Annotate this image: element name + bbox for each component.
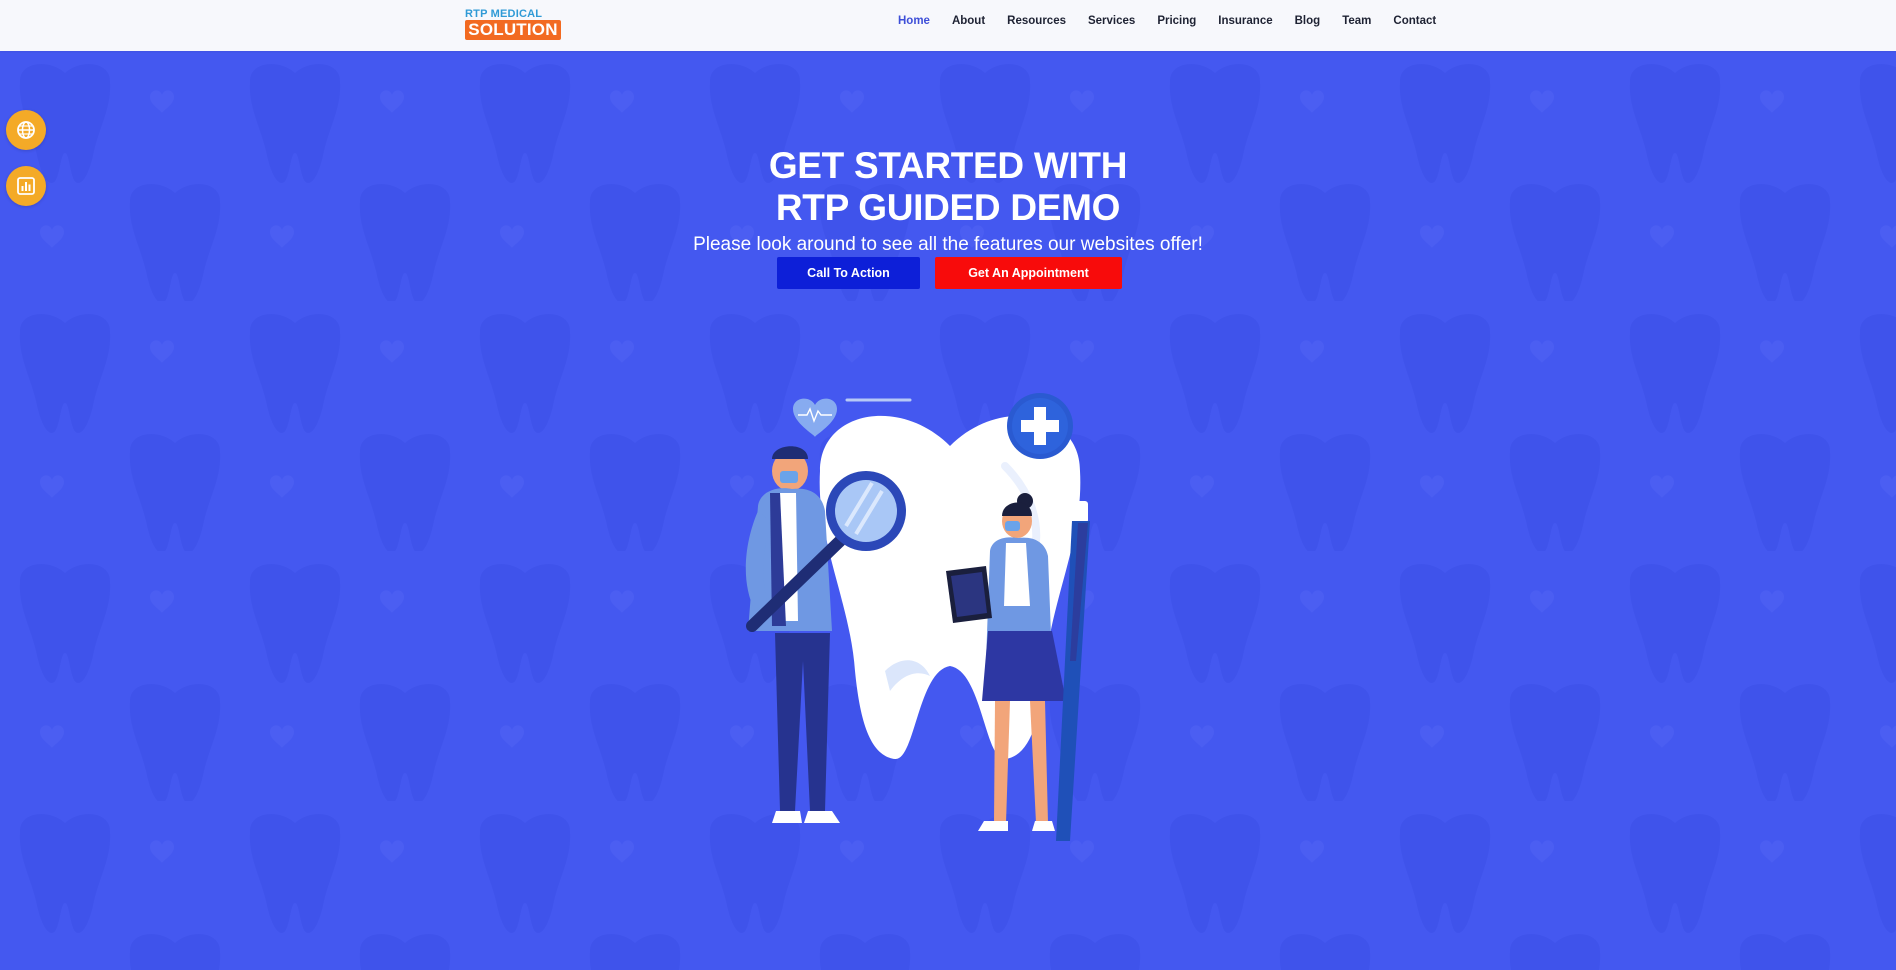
side-chart-button[interactable] — [6, 166, 46, 206]
call-to-action-button[interactable]: Call To Action — [777, 257, 920, 289]
site-header: RTP MEDICAL SOLUTION Home About Resource… — [0, 0, 1896, 51]
get-appointment-button[interactable]: Get An Appointment — [935, 257, 1122, 289]
side-globe-button[interactable] — [6, 110, 46, 150]
hero-title-line-2: RTP GUIDED DEMO — [775, 186, 1121, 228]
nav-insurance[interactable]: Insurance — [1218, 15, 1272, 27]
heartbeat-heart-icon — [793, 398, 837, 437]
nav-services[interactable]: Services — [1088, 15, 1135, 27]
nav-team[interactable]: Team — [1342, 15, 1371, 27]
nav-resources[interactable]: Resources — [1007, 15, 1066, 27]
hero-subtitle: Please look around to see all the featur… — [693, 234, 1203, 255]
hero-title-line-1: GET STARTED WITH — [768, 144, 1128, 186]
dental-team-illustration — [745, 393, 1090, 841]
nav-about[interactable]: About — [952, 15, 985, 27]
nav-contact[interactable]: Contact — [1393, 15, 1436, 27]
bar-chart-icon — [17, 177, 35, 195]
hero-section: GET STARTED WITH RTP GUIDED DEMO Please … — [0, 51, 1896, 970]
logo-top-text: RTP MEDICAL — [465, 8, 543, 20]
site-logo[interactable]: RTP MEDICAL SOLUTION — [465, 8, 561, 40]
nav-home[interactable]: Home — [898, 15, 930, 27]
main-nav: Home About Resources Services Pricing In… — [898, 15, 1436, 27]
globe-icon — [17, 121, 35, 139]
logo-bottom-text: SOLUTION — [465, 20, 561, 40]
nav-blog[interactable]: Blog — [1295, 15, 1321, 27]
nav-pricing[interactable]: Pricing — [1157, 15, 1196, 27]
